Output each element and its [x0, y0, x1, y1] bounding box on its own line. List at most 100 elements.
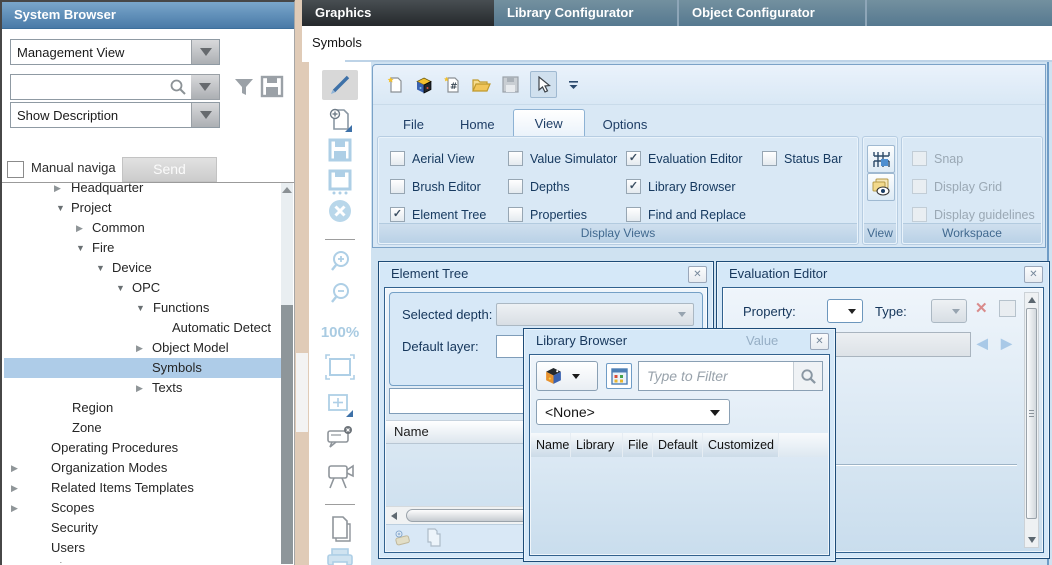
- checkbox-aerial-view[interactable]: Aerial View: [390, 149, 508, 168]
- filter-funnel-icon[interactable]: [233, 76, 255, 98]
- column-header-file[interactable]: File: [623, 433, 653, 457]
- column-header-library[interactable]: Library: [571, 433, 623, 457]
- close-icon[interactable]: ✕: [688, 266, 707, 283]
- eraser-add-icon[interactable]: [394, 530, 412, 546]
- fit-to-view-button[interactable]: [309, 354, 371, 380]
- expand-arrow-icon[interactable]: ▶: [11, 478, 18, 498]
- tree-item[interactable]: ▼Functions: [4, 298, 281, 318]
- scroll-down-arrow[interactable]: [1028, 537, 1036, 543]
- tree-item[interactable]: ▼Fire: [4, 238, 281, 258]
- library-source-button[interactable]: [536, 361, 598, 391]
- tree-item[interactable]: ▶Object Model: [4, 338, 281, 358]
- column-header-customized[interactable]: Customized: [703, 433, 779, 457]
- ribbon-tab-home[interactable]: Home: [442, 111, 513, 137]
- zoom-out-button[interactable]: [309, 282, 371, 306]
- selected-depth-combo[interactable]: [496, 303, 694, 326]
- checkbox-library-browser[interactable]: ✓Library Browser: [626, 177, 762, 196]
- checkbox-display-guidelines[interactable]: Display guidelines: [912, 205, 1035, 224]
- ribbon-tab-options[interactable]: Options: [585, 111, 666, 137]
- checkbox-find-and-replace[interactable]: Find and Replace: [626, 205, 762, 224]
- checkbox-snap[interactable]: Snap: [912, 149, 1035, 168]
- scrollbar-thumb[interactable]: [281, 305, 293, 564]
- app-tab-library-configurator[interactable]: Library Configurator: [494, 0, 679, 26]
- grid-settings-button[interactable]: [867, 145, 895, 173]
- close-document-button[interactable]: [309, 199, 371, 223]
- save-button[interactable]: [309, 138, 371, 162]
- panel-splitter[interactable]: [295, 0, 309, 565]
- expand-arrow-icon[interactable]: ▼: [56, 198, 65, 218]
- tree-scrollbar[interactable]: [281, 183, 293, 564]
- library-list-area[interactable]: [531, 457, 828, 554]
- presentation-button[interactable]: [309, 460, 371, 490]
- scroll-left-arrow[interactable]: [391, 512, 397, 520]
- app-tab-graphics[interactable]: Graphics: [302, 0, 494, 26]
- vscrollbar-thumb[interactable]: [1026, 308, 1037, 519]
- tree-item[interactable]: Operating Procedures: [4, 438, 281, 458]
- scroll-up-arrow[interactable]: [1028, 297, 1036, 303]
- checkbox-display-grid[interactable]: Display Grid: [912, 177, 1035, 196]
- tree-item[interactable]: Security: [4, 518, 281, 538]
- expand-arrow-icon[interactable]: ▶: [136, 378, 143, 398]
- expand-arrow-icon[interactable]: ▶: [11, 458, 18, 478]
- previous-arrow-icon[interactable]: ◀: [977, 335, 988, 352]
- expand-arrow-icon[interactable]: ▼: [116, 278, 125, 298]
- save-button[interactable]: [502, 76, 519, 93]
- ribbon-tab-file[interactable]: File: [385, 111, 442, 137]
- tree-item[interactable]: ▼Project: [4, 198, 281, 218]
- library-search-button[interactable]: [793, 362, 822, 390]
- select-tool-button[interactable]: [530, 71, 557, 98]
- copy-page-button[interactable]: [309, 514, 371, 542]
- scrollbar-up-arrow[interactable]: [281, 183, 293, 197]
- expand-arrow-icon[interactable]: ▼: [136, 298, 145, 318]
- tree-item[interactable]: ▼OPC: [4, 278, 281, 298]
- print-button[interactable]: [309, 548, 371, 565]
- layers-visibility-button[interactable]: [867, 173, 895, 201]
- checkbox-status-bar[interactable]: Status Bar: [762, 149, 842, 168]
- close-icon[interactable]: ✕: [1024, 266, 1043, 283]
- next-arrow-icon[interactable]: ▶: [1001, 335, 1012, 352]
- customize-toolbar-button[interactable]: [568, 80, 579, 90]
- checkbox-element-tree[interactable]: ✓Element Tree: [390, 205, 508, 224]
- expand-arrow-icon[interactable]: ▶: [54, 183, 61, 198]
- expand-arrow-icon[interactable]: ▼: [96, 258, 105, 278]
- delete-comment-button[interactable]: [309, 425, 371, 451]
- tree-item[interactable]: Users: [4, 538, 281, 558]
- close-icon[interactable]: ✕: [810, 333, 829, 350]
- type-combo[interactable]: [931, 299, 967, 323]
- checkbox-depths[interactable]: Depths: [508, 177, 626, 196]
- search-dropdown-button[interactable]: [191, 74, 220, 100]
- copy-pages-icon[interactable]: [424, 528, 442, 547]
- expand-arrow-icon[interactable]: ▶: [76, 218, 83, 238]
- zoom-level-indicator[interactable]: 100%: [309, 324, 371, 341]
- delete-evaluation-icon[interactable]: ✕: [975, 299, 988, 317]
- pen-tool-button[interactable]: [322, 70, 358, 100]
- save-as-button[interactable]: [309, 169, 371, 195]
- panel-splitter-grip[interactable]: [296, 353, 308, 432]
- tree-item[interactable]: ▶Common: [4, 218, 281, 238]
- new-symbol-button[interactable]: [415, 76, 433, 94]
- column-header-name[interactable]: Name: [531, 433, 571, 457]
- description-selector-dropdown-button[interactable]: [191, 103, 219, 127]
- open-button[interactable]: [472, 77, 491, 93]
- target-position-button[interactable]: [309, 392, 371, 418]
- document-tab-symbols[interactable]: Symbols: [312, 26, 362, 60]
- manual-navigation-checkbox[interactable]: [7, 161, 24, 178]
- view-selector-combo[interactable]: Management View: [10, 39, 220, 65]
- expand-arrow-icon[interactable]: ▶: [136, 338, 143, 358]
- library-filter-box[interactable]: [638, 361, 823, 391]
- tree-item[interactable]: ▶Related Items Templates: [4, 478, 281, 498]
- checkbox-properties[interactable]: Properties: [508, 205, 626, 224]
- expand-arrow-icon[interactable]: ▼: [76, 238, 85, 258]
- app-tab-object-configurator[interactable]: Object Configurator: [679, 0, 867, 26]
- tree-item[interactable]: ▶Headquarter: [4, 183, 281, 198]
- checkbox-evaluation-editor[interactable]: ✓Evaluation Editor: [626, 149, 762, 168]
- evaluation-editor-vscrollbar[interactable]: [1024, 292, 1039, 548]
- view-mode-button[interactable]: [606, 363, 632, 389]
- description-selector-combo[interactable]: Show Description: [10, 102, 220, 128]
- zoom-in-button[interactable]: [309, 250, 371, 274]
- library-collection-combo[interactable]: <None>: [536, 399, 730, 425]
- tree-item[interactable]: ▼Device: [4, 258, 281, 278]
- tree-item[interactable]: Region: [4, 398, 281, 418]
- checkbox-brush-editor[interactable]: Brush Editor: [390, 177, 508, 196]
- tree-item[interactable]: Automatic Detect: [4, 318, 281, 338]
